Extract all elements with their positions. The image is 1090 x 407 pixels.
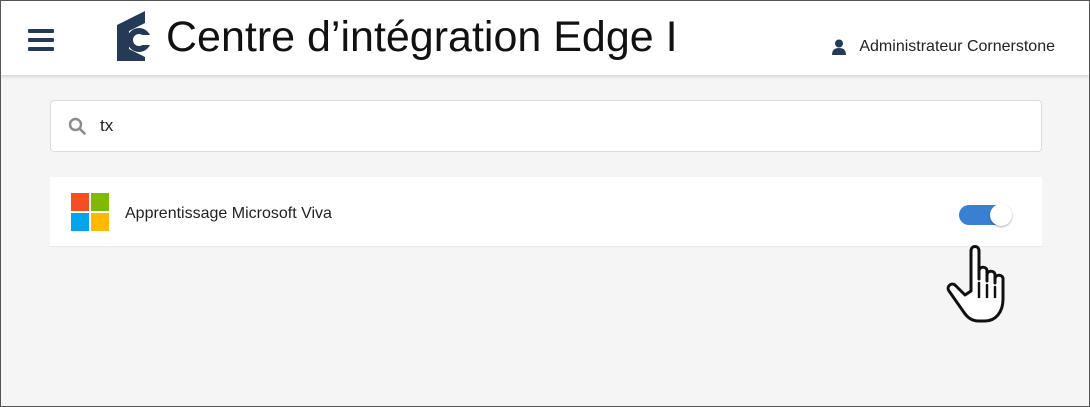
page-title: Centre d’intégration Edge I [166, 13, 678, 61]
user-icon [832, 39, 847, 55]
hand-pointer-cursor [946, 245, 1005, 323]
integration-name: Apprentissage Microsoft Viva [125, 205, 332, 222]
search-input[interactable] [100, 116, 1000, 136]
hamburger-menu-icon[interactable] [28, 29, 54, 53]
integration-row: Apprentissage Microsoft Viva [50, 177, 1042, 247]
user-name: Administrateur Cornerstone [859, 38, 1055, 55]
cornerstone-logo [117, 11, 151, 61]
top-bar: Centre d’intégration Edge I Administrate… [1, 1, 1089, 75]
microsoft-logo [71, 193, 109, 231]
toggle-knob [990, 204, 1012, 226]
user-menu[interactable]: Administrateur Cornerstone [831, 38, 1055, 56]
app-window: Centre d’intégration Edge I Administrate… [0, 0, 1090, 407]
search-bar[interactable] [50, 100, 1042, 152]
integration-toggle[interactable] [959, 204, 1012, 226]
search-icon [68, 117, 86, 135]
